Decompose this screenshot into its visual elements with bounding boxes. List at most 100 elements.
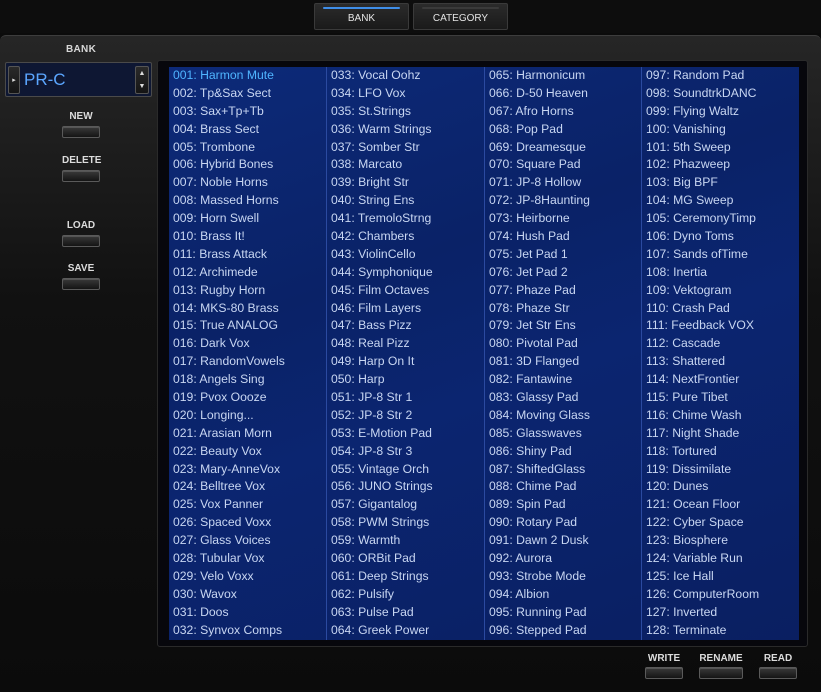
patch-item[interactable]: 062: Pulsify <box>327 586 484 604</box>
patch-item[interactable]: 081: 3D Flanged <box>485 353 641 371</box>
patch-item[interactable]: 080: Pivotal Pad <box>485 335 641 353</box>
write-button[interactable]: WRITE <box>645 653 683 679</box>
patch-item[interactable]: 014: MKS-80 Brass <box>169 300 326 318</box>
patch-item[interactable]: 032: Synvox Comps <box>169 622 326 640</box>
patch-item[interactable]: 094: Albion <box>485 586 641 604</box>
patch-item[interactable]: 074: Hush Pad <box>485 228 641 246</box>
patch-item[interactable]: 002: Tp&Sax Sect <box>169 85 326 103</box>
save-button[interactable]: SAVE <box>62 263 100 290</box>
spin-up-icon[interactable]: ▲ <box>136 67 148 80</box>
patch-item[interactable]: 043: ViolinCello <box>327 246 484 264</box>
patch-item[interactable]: 119: Dissimilate <box>642 461 799 479</box>
patch-item[interactable]: 070: Square Pad <box>485 156 641 174</box>
patch-item[interactable]: 067: Afro Horns <box>485 103 641 121</box>
patch-item[interactable]: 123: Biosphere <box>642 532 799 550</box>
patch-item[interactable]: 036: Warm Strings <box>327 121 484 139</box>
patch-item[interactable]: 016: Dark Vox <box>169 335 326 353</box>
patch-item[interactable]: 034: LFO Vox <box>327 85 484 103</box>
save-button-cap[interactable] <box>62 278 100 290</box>
patch-item[interactable]: 024: Belltree Vox <box>169 478 326 496</box>
patch-item[interactable]: 078: Phaze Str <box>485 300 641 318</box>
patch-item[interactable]: 099: Flying Waltz <box>642 103 799 121</box>
patch-item[interactable]: 004: Brass Sect <box>169 121 326 139</box>
patch-item[interactable]: 128: Terminate <box>642 622 799 640</box>
patch-item[interactable]: 095: Running Pad <box>485 604 641 622</box>
patch-item[interactable]: 009: Horn Swell <box>169 210 326 228</box>
patch-item[interactable]: 086: Shiny Pad <box>485 443 641 461</box>
patch-item[interactable]: 071: JP-8 Hollow <box>485 174 641 192</box>
patch-item[interactable]: 096: Stepped Pad <box>485 622 641 640</box>
patch-item[interactable]: 054: JP-8 Str 3 <box>327 443 484 461</box>
patch-item[interactable]: 025: Vox Panner <box>169 496 326 514</box>
patch-item[interactable]: 068: Pop Pad <box>485 121 641 139</box>
rename-button-cap[interactable] <box>699 667 743 679</box>
patch-item[interactable]: 027: Glass Voices <box>169 532 326 550</box>
patch-item[interactable]: 021: Arasian Morn <box>169 425 326 443</box>
patch-item[interactable]: 083: Glassy Pad <box>485 389 641 407</box>
tab-bank[interactable]: BANK <box>314 3 409 30</box>
read-button[interactable]: READ <box>759 653 797 679</box>
patch-item[interactable]: 097: Random Pad <box>642 67 799 85</box>
patch-item[interactable]: 057: Gigantalog <box>327 496 484 514</box>
patch-item[interactable]: 035: St.Strings <box>327 103 484 121</box>
patch-item[interactable]: 065: Harmonicum <box>485 67 641 85</box>
patch-item[interactable]: 103: Big BPF <box>642 174 799 192</box>
patch-item[interactable]: 104: MG Sweep <box>642 192 799 210</box>
patch-item[interactable]: 055: Vintage Orch <box>327 461 484 479</box>
patch-item[interactable]: 018: Angels Sing <box>169 371 326 389</box>
new-button-cap[interactable] <box>62 126 100 138</box>
patch-item[interactable]: 031: Doos <box>169 604 326 622</box>
patch-item[interactable]: 087: ShiftedGlass <box>485 461 641 479</box>
patch-item[interactable]: 114: NextFrontier <box>642 371 799 389</box>
patch-item[interactable]: 017: RandomVowels <box>169 353 326 371</box>
patch-item[interactable]: 115: Pure Tibet <box>642 389 799 407</box>
patch-item[interactable]: 098: SoundtrkDANC <box>642 85 799 103</box>
delete-button[interactable]: DELETE <box>62 155 101 182</box>
patch-item[interactable]: 082: Fantawine <box>485 371 641 389</box>
patch-item[interactable]: 007: Noble Horns <box>169 174 326 192</box>
patch-item[interactable]: 059: Warmth <box>327 532 484 550</box>
load-button-cap[interactable] <box>62 235 100 247</box>
patch-item[interactable]: 052: JP-8 Str 2 <box>327 407 484 425</box>
patch-item[interactable]: 020: Longing... <box>169 407 326 425</box>
patch-item[interactable]: 051: JP-8 Str 1 <box>327 389 484 407</box>
bank-selector[interactable]: ▸ PR-C ▲ ▼ <box>5 62 152 97</box>
patch-item[interactable]: 049: Harp On It <box>327 353 484 371</box>
patch-item[interactable]: 084: Moving Glass <box>485 407 641 425</box>
patch-item[interactable]: 005: Trombone <box>169 139 326 157</box>
patch-item[interactable]: 053: E-Motion Pad <box>327 425 484 443</box>
patch-item[interactable]: 088: Chime Pad <box>485 478 641 496</box>
patch-item[interactable]: 077: Phaze Pad <box>485 282 641 300</box>
patch-item[interactable]: 113: Shattered <box>642 353 799 371</box>
bank-spinner[interactable]: ▲ ▼ <box>135 66 149 94</box>
patch-item[interactable]: 073: Heirborne <box>485 210 641 228</box>
patch-item[interactable]: 105: CeremonyTimp <box>642 210 799 228</box>
patch-item[interactable]: 106: Dyno Toms <box>642 228 799 246</box>
patch-item[interactable]: 112: Cascade <box>642 335 799 353</box>
patch-item[interactable]: 026: Spaced Voxx <box>169 514 326 532</box>
patch-item[interactable]: 013: Rugby Horn <box>169 282 326 300</box>
patch-item[interactable]: 045: Film Octaves <box>327 282 484 300</box>
patch-item[interactable]: 075: Jet Pad 1 <box>485 246 641 264</box>
patch-item[interactable]: 107: Sands ofTime <box>642 246 799 264</box>
patch-item[interactable]: 126: ComputerRoom <box>642 586 799 604</box>
patch-item[interactable]: 042: Chambers <box>327 228 484 246</box>
patch-item[interactable]: 015: True ANALOG <box>169 317 326 335</box>
new-button[interactable]: NEW <box>62 111 100 138</box>
write-button-cap[interactable] <box>645 667 683 679</box>
patch-item[interactable]: 030: Wavox <box>169 586 326 604</box>
patch-item[interactable]: 039: Bright Str <box>327 174 484 192</box>
patch-item[interactable]: 125: Ice Hall <box>642 568 799 586</box>
patch-item[interactable]: 100: Vanishing <box>642 121 799 139</box>
patch-item[interactable]: 010: Brass It! <box>169 228 326 246</box>
patch-item[interactable]: 040: String Ens <box>327 192 484 210</box>
patch-item[interactable]: 006: Hybrid Bones <box>169 156 326 174</box>
patch-item[interactable]: 118: Tortured <box>642 443 799 461</box>
patch-item[interactable]: 033: Vocal Oohz <box>327 67 484 85</box>
patch-item[interactable]: 091: Dawn 2 Dusk <box>485 532 641 550</box>
patch-item[interactable]: 092: Aurora <box>485 550 641 568</box>
patch-item[interactable]: 064: Greek Power <box>327 622 484 640</box>
patch-item[interactable]: 060: ORBit Pad <box>327 550 484 568</box>
patch-item[interactable]: 108: Inertia <box>642 264 799 282</box>
patch-item[interactable]: 061: Deep Strings <box>327 568 484 586</box>
